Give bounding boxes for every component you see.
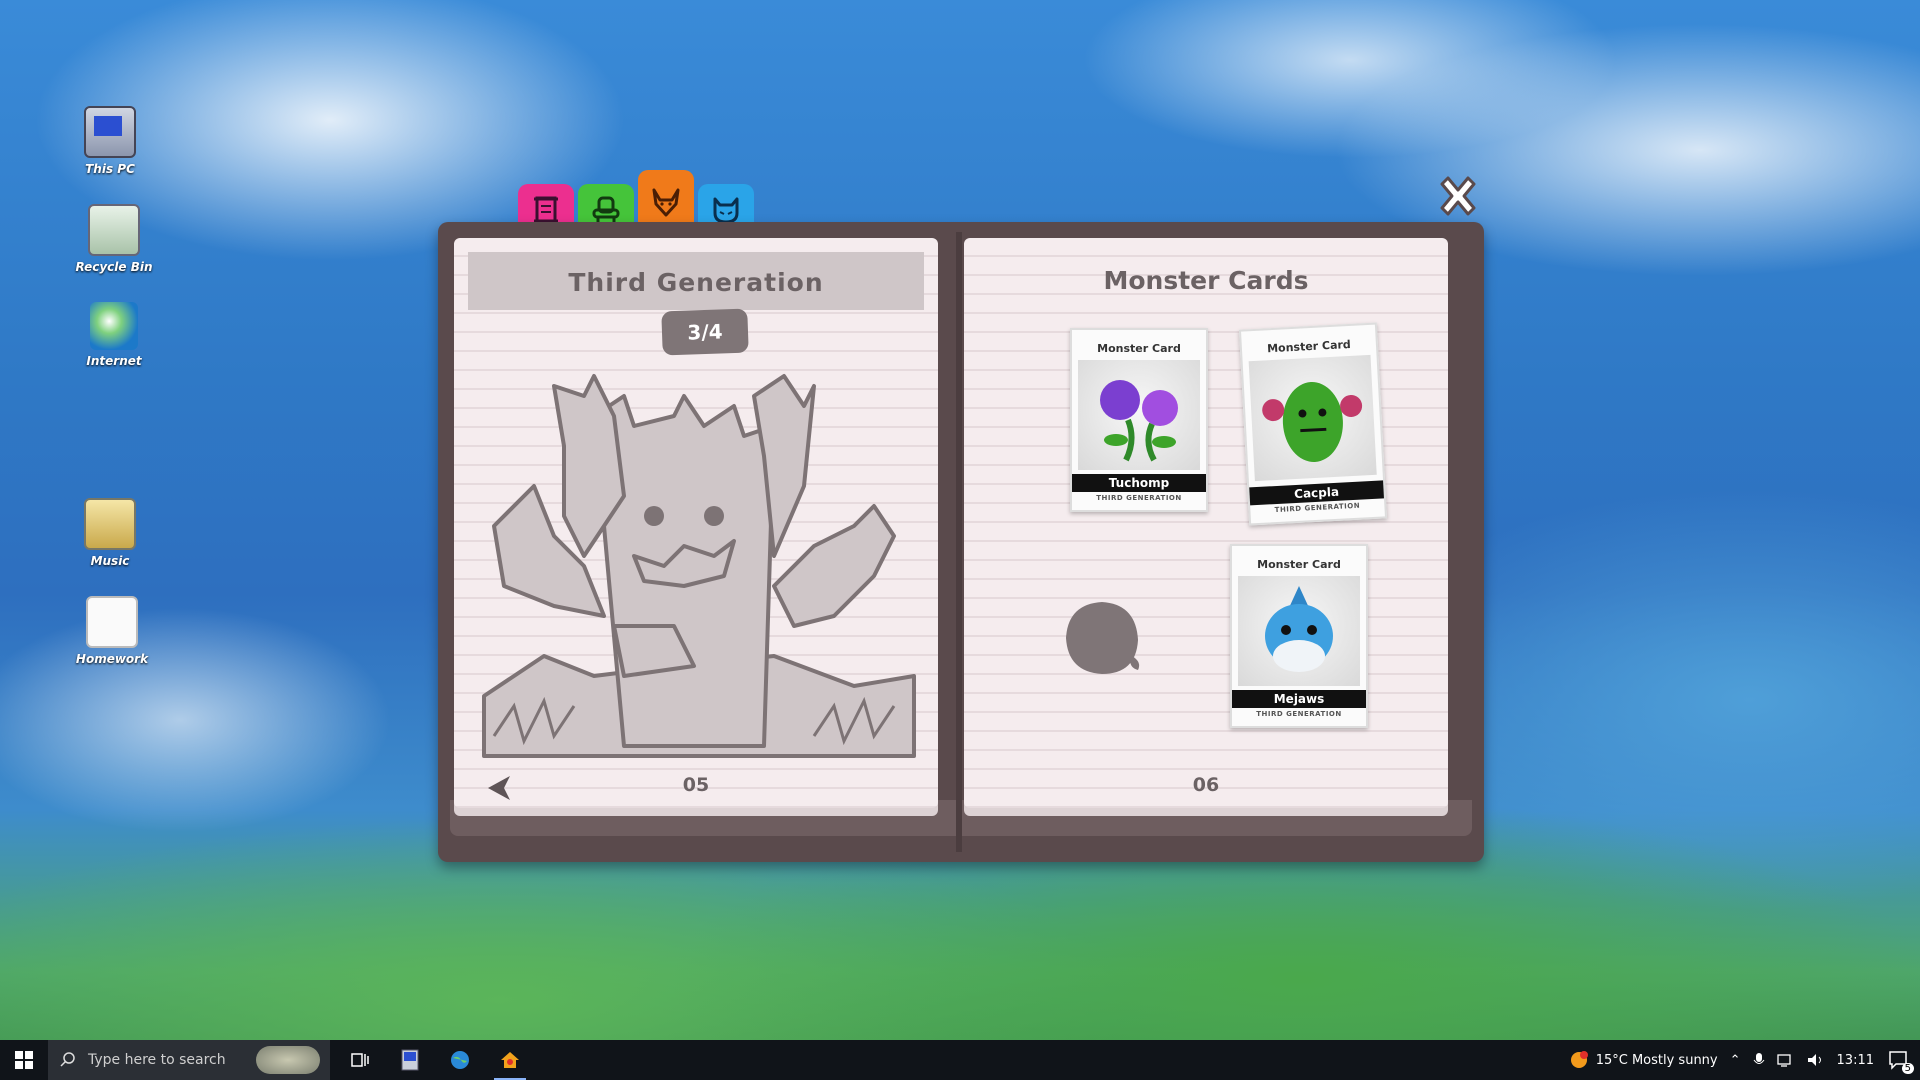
document-icon [86,596,138,648]
card-caption: Monster Card [1097,342,1181,355]
network-icon[interactable] [1776,1052,1795,1068]
clock-time[interactable]: 13:11 [1837,1053,1874,1068]
globe-icon [90,302,138,350]
monster-card-tuchomp[interactable]: Monster Card Tuchomp THIRD GENERATION [1070,328,1208,512]
computer-icon [401,1049,419,1071]
taskbar: Type here to search 15°C Mostly sunny ⌃ … [0,1040,1920,1080]
card-generation: THIRD GENERATION [1096,494,1182,502]
search-highlight-image [256,1046,320,1074]
progress-badge: 3/4 [661,308,749,356]
desktop-icon-this-pc[interactable]: This PC [62,106,158,176]
card-caption: Monster Card [1257,558,1341,571]
desktop-icon-label: Internet [86,354,142,368]
page-number-left: 05 [682,774,710,796]
notification-center-button[interactable]: 5 [1886,1046,1914,1074]
monster-book: Third Generation 3/4 05 Monster Cards Mo… [438,222,1484,862]
fox-icon [652,188,680,217]
desktop-icon-label: Music [90,554,130,568]
taskbar-app-game[interactable] [486,1040,534,1080]
microphone-icon[interactable] [1753,1052,1765,1068]
left-page: Third Generation 3/4 05 [454,238,938,808]
house-game-icon [501,1052,519,1068]
computer-icon [84,106,136,158]
card-name: Mejaws [1232,690,1366,708]
desktop-icon-label: This PC [85,162,135,176]
monster-art [1238,576,1360,686]
monster-art [1248,354,1377,482]
desktop-icon-label: Recycle Bin [75,260,153,274]
monster-card-mejaws[interactable]: Monster Card Mejaws THIRD GENERATION [1230,544,1368,728]
music-icon [84,498,136,550]
page-number-right: 06 [1192,774,1220,796]
chevron-up-icon[interactable]: ⌃ [1730,1053,1741,1068]
search-icon [60,1052,75,1067]
card-caption: Monster Card [1266,337,1352,356]
close-button[interactable] [1434,174,1482,222]
empty-card-slot [1066,602,1140,674]
taskbar-app-internet[interactable] [436,1040,484,1080]
card-generation: THIRD GENERATION [1256,710,1342,718]
monster-cards-title: Monster Cards [1103,266,1309,295]
close-icon [1440,176,1476,216]
locked-monster-sketch [482,374,916,758]
card-name: Tuchomp [1072,474,1206,492]
cacpla-icon [1262,382,1363,462]
desktop-icon-recycle-bin[interactable]: Recycle Bin [66,204,162,274]
right-page: Monster Cards Monster Card Tuchomp THIRD… [964,238,1448,808]
monster-art [1078,360,1200,470]
mejaws-icon [1265,586,1333,672]
taskbar-app-computer[interactable] [386,1040,434,1080]
desktop-icon-music[interactable]: Music [62,498,158,568]
start-button[interactable] [0,1040,48,1080]
generation-header: Third Generation [468,252,924,310]
desktop-icon-homework[interactable]: Homework [64,596,160,666]
desktop-icon-label: Homework [75,652,149,666]
weather-status[interactable]: 15°C Mostly sunny [1596,1053,1718,1068]
book-spine [956,232,962,852]
globe-icon [451,1051,469,1069]
weather-sun-icon [1570,1051,1588,1068]
search-placeholder: Type here to search [88,1052,226,1068]
desktop-icon-internet[interactable]: Internet [66,302,162,368]
volume-icon[interactable] [1807,1052,1825,1068]
tuchomp-icon [1100,380,1178,462]
notification-count: 5 [1901,1063,1914,1074]
taskbar-search[interactable]: Type here to search [48,1040,330,1080]
generation-title: Third Generation [568,268,824,297]
windows-icon [15,1051,33,1069]
monster-card-cacpla[interactable]: Monster Card Cacpla THIRD GENERATION [1238,322,1388,526]
recycle-bin-icon [88,204,140,256]
task-view-button[interactable] [336,1040,384,1080]
task-view-icon [351,1053,369,1067]
system-tray: 15°C Mostly sunny ⌃ 13:11 5 [1568,1040,1920,1080]
